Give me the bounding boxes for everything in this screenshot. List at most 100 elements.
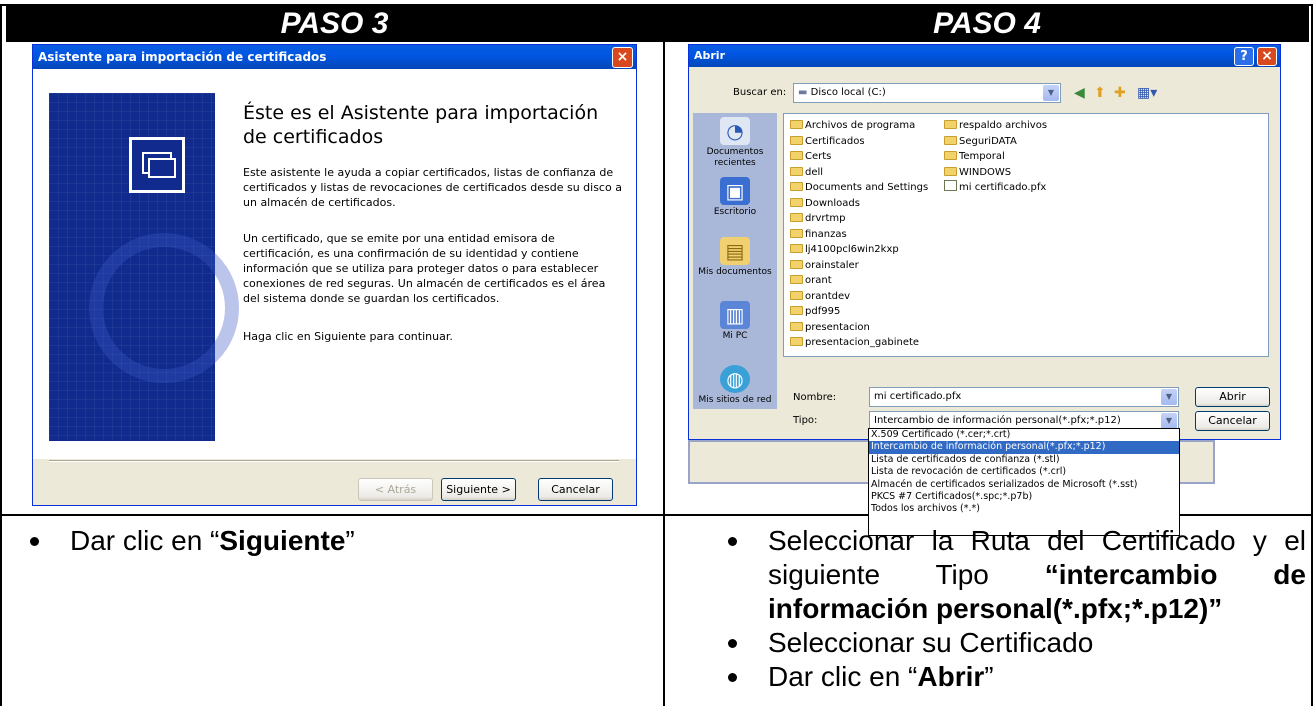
file-type-dropdown-list: X.509 Certificado (*.cer;*.crt) Intercam… (868, 428, 1180, 536)
list-item[interactable]: orainstaler (790, 258, 928, 274)
file-type-value: Intercambio de información personal(*.pf… (874, 415, 1121, 426)
view-menu-icon[interactable]: ▦▾ (1137, 84, 1157, 100)
dropdown-option[interactable]: PKCS #7 Certificados(*.spc;*.p7b) (869, 491, 1179, 503)
step-4-instructions: Seleccionar la Ruta del Certificado y el… (708, 524, 1306, 694)
cancel-button[interactable]: Cancelar (538, 478, 613, 501)
clock-icon: ◔ (720, 117, 750, 145)
instruction-bold: Siguiente (219, 525, 346, 556)
list-item[interactable]: lj4100pcl6win2kxp (790, 242, 928, 258)
list-item[interactable]: drvrtmp (790, 211, 928, 227)
folder-icon (790, 259, 803, 269)
dropdown-option[interactable]: Almacén de certificados serializados de … (869, 479, 1179, 491)
list-item[interactable]: Temporal (944, 149, 1047, 165)
folder-icon (790, 166, 803, 176)
list-item[interactable]: mi certificado.pfx (944, 180, 1047, 196)
item-label: orant (805, 275, 832, 286)
list-item[interactable]: SeguriDATA (944, 134, 1047, 150)
place-my-documents[interactable]: ▤ Mis documentos (693, 237, 777, 278)
place-label: Mi PC (722, 331, 748, 341)
new-folder-icon[interactable]: ✚ (1114, 84, 1126, 100)
item-label: Downloads (805, 197, 860, 209)
list-item[interactable]: Certs (790, 149, 928, 165)
place-desktop[interactable]: ▣ Escritorio (693, 177, 777, 218)
open-file-dialog: Abrir ? × Buscar en: ▬ Disco local (C:) … (688, 44, 1281, 440)
look-in-select[interactable]: ▬ Disco local (C:) ▼ (793, 83, 1061, 103)
close-icon[interactable]: × (1257, 47, 1277, 66)
item-label: Certs (805, 151, 832, 162)
dialog-title: Abrir (694, 49, 726, 62)
place-my-computer[interactable]: ▥ Mi PC (693, 301, 777, 342)
folder-icon (790, 197, 803, 207)
item-label: lj4100pcl6win2kxp (805, 244, 899, 255)
item-label: orainstaler (805, 259, 859, 271)
next-button[interactable]: Siguiente > (441, 478, 516, 501)
wizard-paragraph-1: Este asistente le ayuda a copiar certifi… (243, 166, 622, 209)
wizard-heading: Éste es el Asistente para importación de… (243, 102, 599, 148)
place-label: Mis documentos (698, 267, 772, 277)
list-item[interactable]: finanzas (790, 227, 928, 243)
computer-icon: ▥ (720, 301, 750, 329)
instruction-bold: Abrir (917, 661, 985, 692)
list-item[interactable]: WINDOWS (944, 165, 1047, 181)
item-label: Temporal (959, 151, 1005, 162)
step-4-header: PASO 4 (665, 6, 1309, 42)
instruction-text: ” (345, 525, 355, 556)
cancel-button[interactable]: Cancelar (1195, 411, 1270, 431)
import-wizard-window: Asistente para importación de certificad… (32, 44, 637, 506)
dropdown-option[interactable]: Lista de certificados de confianza (*.st… (869, 454, 1179, 466)
item-label: presentacion (805, 321, 870, 333)
folder-icon (944, 166, 957, 176)
places-bar: ◔ Documentos recientes ▣ Escritorio ▤ Mi… (693, 113, 777, 409)
list-item[interactable]: Documents and Settings (790, 180, 928, 196)
list-item[interactable]: presentacion_gabinete (790, 335, 928, 351)
table-border-middle (663, 4, 665, 706)
list-item[interactable]: dell (790, 165, 928, 181)
list-item[interactable]: orantdev (790, 289, 928, 305)
folder-icon (944, 120, 957, 129)
chevron-down-icon[interactable]: ▼ (1043, 85, 1059, 101)
file-name-input[interactable]: mi certificado.pfx ▼ (869, 387, 1179, 407)
step-3-instructions: Dar clic en “Siguiente” (8, 524, 648, 558)
dropdown-option[interactable]: Todos los archivos (*.*) (869, 503, 1179, 515)
dropdown-option-selected[interactable]: Intercambio de información personal(*.pf… (869, 441, 1179, 454)
folder-icon (944, 151, 957, 160)
bullet-icon (728, 673, 737, 682)
close-icon[interactable]: × (612, 47, 633, 68)
list-item[interactable]: Certificados (790, 134, 928, 150)
globe-icon: ◍ (720, 365, 750, 393)
up-folder-icon[interactable]: ⬆ (1094, 84, 1106, 100)
help-icon[interactable]: ? (1234, 47, 1254, 66)
folder-icon (790, 290, 803, 300)
folder-icon (790, 228, 803, 238)
dropdown-option[interactable]: X.509 Certificado (*.cer;*.crt) (869, 429, 1179, 441)
list-item[interactable]: pdf995 (790, 304, 928, 320)
wizard-title: Asistente para importación de certificad… (38, 50, 327, 64)
place-network[interactable]: ◍ Mis sitios de red (693, 365, 777, 406)
list-item[interactable]: Downloads (790, 196, 928, 212)
back-button[interactable]: < Atrás (358, 478, 433, 501)
file-name-label: Nombre: (793, 392, 837, 403)
list-item[interactable]: orant (790, 273, 928, 289)
place-label: Mis sitios de red (698, 395, 772, 405)
folder-icon (790, 275, 803, 284)
chevron-down-icon[interactable]: ▼ (1161, 413, 1177, 429)
file-type-label: Tipo: (793, 415, 818, 426)
banner-decoration (89, 233, 239, 383)
documents-folder-icon: ▤ (720, 237, 750, 265)
dropdown-option[interactable]: Lista de revocación de certificados (*.c… (869, 466, 1179, 478)
list-item[interactable]: respaldo archivos (944, 118, 1047, 134)
instruction-item: Dar clic en “Siguiente” (8, 524, 648, 558)
item-label: SeguriDATA (959, 135, 1017, 147)
list-item[interactable]: presentacion (790, 320, 928, 336)
item-label: Documents and Settings (805, 182, 929, 193)
table-border-left (0, 4, 2, 706)
back-arrow-icon[interactable]: ◀ (1074, 84, 1085, 100)
place-recent-documents[interactable]: ◔ Documentos recientes (693, 117, 777, 169)
certificate-icon (129, 137, 185, 193)
list-item[interactable]: Archivos de programa (790, 118, 928, 134)
open-button[interactable]: Abrir (1195, 387, 1270, 407)
wizard-title-bar: Asistente para importación de certificad… (33, 45, 636, 69)
step-3-header: PASO 3 (6, 6, 663, 42)
chevron-down-icon[interactable]: ▼ (1161, 389, 1177, 405)
item-label: mi certificado.pfx (959, 182, 1047, 193)
